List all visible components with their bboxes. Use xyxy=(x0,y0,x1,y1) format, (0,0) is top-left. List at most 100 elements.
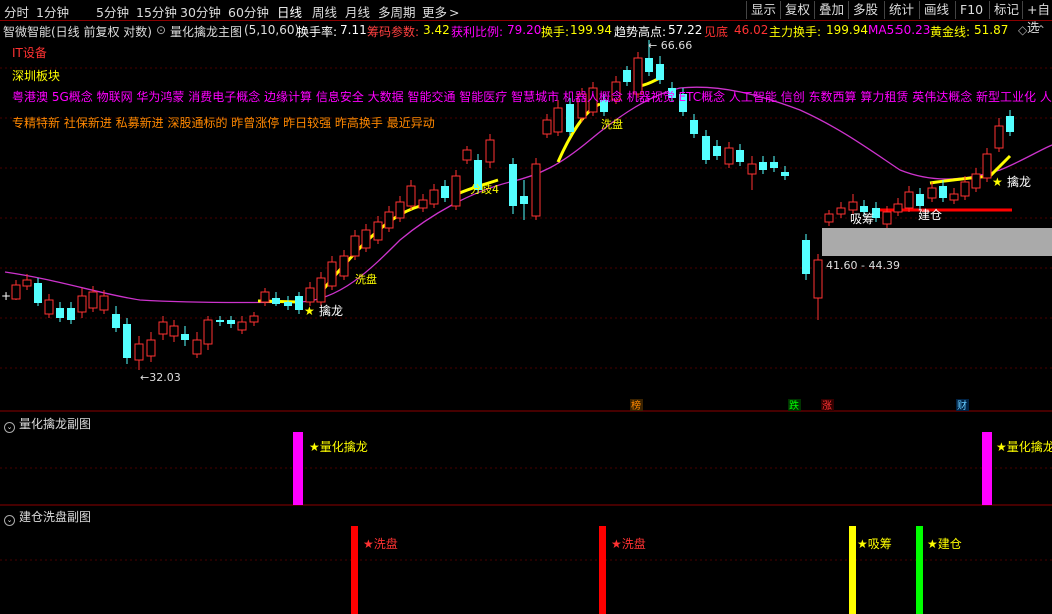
candle-body xyxy=(44,299,54,315)
washout-label: ★洗盘 xyxy=(363,536,398,551)
candle-body xyxy=(553,107,563,133)
price-band xyxy=(822,228,1052,256)
candle-body xyxy=(736,150,744,162)
candle-body xyxy=(824,213,834,223)
candle-body xyxy=(713,146,721,156)
build-label: ★建仓 xyxy=(927,537,962,551)
candle-body xyxy=(406,185,416,207)
finance-tag[interactable]: 财 xyxy=(957,399,967,412)
low-price-label: ←32.03 xyxy=(140,371,181,384)
candle-body xyxy=(181,334,189,340)
signal-star-icon: ★ xyxy=(992,175,1003,189)
candle-body xyxy=(1006,116,1014,132)
candle-body xyxy=(623,70,631,82)
candle-body xyxy=(949,193,959,201)
subchart-name: 建仓洗盘副图 xyxy=(19,510,92,524)
candle-body xyxy=(781,172,789,176)
candle-body xyxy=(339,255,349,277)
candle-body xyxy=(747,163,757,175)
high-price-label: ← 66.66 xyxy=(648,39,692,52)
candle-body xyxy=(305,287,315,303)
candle-body xyxy=(272,298,280,304)
candle-body xyxy=(22,279,32,287)
dragon-label: ★量化擒龙 xyxy=(996,439,1052,454)
candle-body xyxy=(485,139,495,163)
candle-body xyxy=(960,181,970,197)
region-label[interactable]: 深圳板块 xyxy=(12,67,60,84)
candle-body xyxy=(249,315,259,323)
candle-body xyxy=(34,283,42,303)
signal-label: 擒龙 xyxy=(319,303,343,318)
candle-body xyxy=(284,302,292,306)
candle-body xyxy=(316,277,326,303)
candle-body xyxy=(690,120,698,134)
tag-list[interactable]: 专精特新 社保新进 私募新进 深股通标的 昨曾涨停 昨日较强 昨高换手 最近异动 xyxy=(12,114,435,131)
signal-label: 洗盘 xyxy=(355,272,377,286)
candle-body xyxy=(813,259,823,299)
collapse-icon[interactable]: ⌄ xyxy=(4,515,15,526)
candle-body xyxy=(192,339,202,355)
candle-body xyxy=(836,207,846,215)
board-label[interactable]: IT设备 xyxy=(12,44,47,61)
concept-list[interactable]: 粤港澳 5G概念 物联网 华为鸿蒙 消费电子概念 边缘计算 信息安全 大数据 智… xyxy=(12,88,1052,105)
signal-label: 建仓 xyxy=(918,208,942,222)
accumulate-label: ★吸筹 xyxy=(857,537,892,551)
rise-tag[interactable]: 涨 xyxy=(822,400,832,412)
candle-body xyxy=(350,235,360,257)
candle-body xyxy=(56,308,64,318)
candle-body xyxy=(531,163,541,217)
candle-body xyxy=(384,211,394,229)
candle-body xyxy=(203,319,213,345)
subchart-title[interactable]: ⌄ 量化擒龙副图 xyxy=(4,415,91,433)
candle-body xyxy=(520,196,528,204)
collapse-icon[interactable]: ⌄ xyxy=(4,422,15,433)
candle-body xyxy=(724,147,734,165)
candle-body xyxy=(112,314,120,328)
candle-body xyxy=(158,321,168,335)
candle-body xyxy=(645,58,653,72)
candle-body xyxy=(295,296,303,310)
candle-body xyxy=(99,295,109,311)
fall-tag[interactable]: 跌 xyxy=(789,399,799,412)
candle-body xyxy=(916,194,924,206)
candle-body xyxy=(702,136,710,160)
washout-bar xyxy=(599,526,606,614)
candle-body xyxy=(462,149,472,161)
candle-body xyxy=(123,324,131,358)
candle-body xyxy=(542,119,552,135)
candle-body xyxy=(939,186,947,198)
candle-body xyxy=(882,211,892,225)
candle-body xyxy=(134,343,144,361)
range-price-label: 41.60 - 44.39 xyxy=(826,259,900,272)
candle-body xyxy=(904,191,914,209)
dragon-bar xyxy=(982,432,992,505)
candle-body xyxy=(982,153,992,179)
candle-body xyxy=(260,291,270,303)
candle-body xyxy=(11,284,21,300)
candle-body xyxy=(971,173,981,189)
washout-label: ★洗盘 xyxy=(611,536,646,551)
signal-label: 擒龙 xyxy=(1007,174,1031,189)
signal-label: 吸筹 xyxy=(850,212,874,226)
dragon-bar xyxy=(293,432,303,505)
candle-body xyxy=(77,295,87,313)
candle-body xyxy=(994,125,1004,149)
build-bar xyxy=(916,526,923,614)
candle-body xyxy=(802,240,810,274)
subchart-title[interactable]: ⌄ 建仓洗盘副图 xyxy=(4,508,91,526)
candle-body xyxy=(441,186,449,198)
candle-body xyxy=(361,229,371,249)
candle-body xyxy=(509,164,517,206)
subchart-name: 量化擒龙副图 xyxy=(19,417,92,431)
candle-body xyxy=(67,308,75,320)
candle-body xyxy=(395,201,405,219)
candle-body xyxy=(327,261,337,287)
candle-body xyxy=(429,189,439,205)
candle-body xyxy=(848,201,858,211)
candle-body xyxy=(927,187,937,199)
candle-body xyxy=(566,104,574,132)
rank-tag[interactable]: 榜 xyxy=(631,399,641,412)
candle-body xyxy=(146,339,156,357)
crosshair-icon: + xyxy=(1,289,12,303)
signal-label: 分歧4 xyxy=(470,183,499,196)
